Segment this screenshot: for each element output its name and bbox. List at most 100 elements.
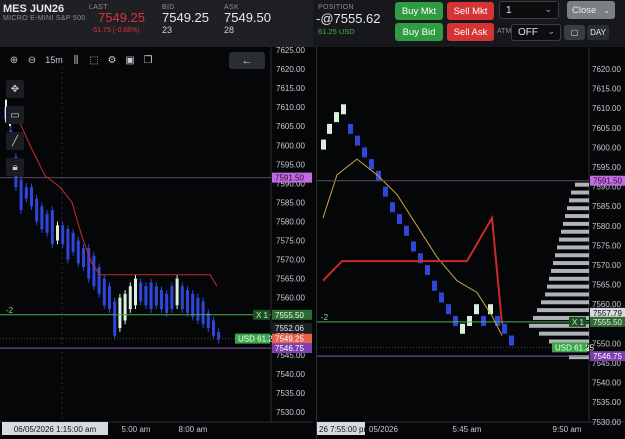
sell-market-button[interactable]: Sell Mkt — [447, 2, 494, 20]
toggle-button[interactable]: ▢ — [564, 25, 585, 40]
marker-price-tag: 7591.50 — [590, 175, 625, 186]
renko-brick — [341, 104, 346, 115]
time-tick-label: 05/2026 — [369, 425, 398, 434]
pnl-tag: USD 61.25 — [235, 333, 278, 344]
price-tick-label: 7550.00 — [592, 339, 621, 348]
bars-icon[interactable]: ⫼ — [68, 52, 84, 68]
sell-ask-button[interactable]: Sell Ask — [447, 23, 494, 41]
price-tick-label: 7530.00 — [592, 418, 621, 427]
buy-market-button[interactable]: Buy Mkt — [395, 2, 443, 20]
candle-body — [134, 278, 137, 306]
right-chart-panel[interactable]: 7620.00 7615.00 7610.00 7605.00 7600.00 7595.… — [316, 47, 625, 439]
candle-body — [170, 286, 174, 310]
time-tick-label: 5:00 am — [122, 425, 151, 434]
price-tick-label: 7540.00 — [276, 370, 305, 379]
price-tick-label: 7615.00 — [276, 84, 305, 93]
volume-profile-bar — [563, 221, 589, 226]
trading-app: { "left_header": { "symbol": "MES JUN26"… — [0, 0, 625, 439]
order-header: POSITION -@7555.62 61.25 USD Buy Mkt Sel… — [313, 0, 625, 47]
volume-profile-bar — [571, 190, 589, 195]
renko-brick — [362, 147, 367, 158]
change-value: -51.75 (-0.68%) — [91, 27, 140, 34]
last-price-tag-text: 7549.25 — [275, 335, 304, 344]
renko-brick — [411, 241, 416, 252]
volume-profile-bar — [557, 245, 589, 250]
marker-price-tag-text: 7591.50 — [275, 174, 304, 183]
right-price-chart[interactable]: 7620.00 7615.00 7610.00 7605.00 7600.00 7595.… — [317, 47, 625, 439]
volume-profile-bar — [549, 276, 589, 281]
price-tick-label: 7615.00 — [592, 85, 621, 94]
volume-profile-bar — [539, 331, 589, 336]
price-tick-label: 7625.00 — [276, 47, 305, 55]
interval-button[interactable]: 15m — [42, 52, 66, 68]
candle-body — [24, 187, 28, 199]
candle-body — [40, 206, 44, 230]
crosshair-icon[interactable]: ✥ — [6, 80, 24, 98]
candle-body — [212, 320, 215, 336]
candle-body — [191, 293, 195, 317]
symbol-title[interactable]: MES JUN26 — [3, 3, 64, 15]
gear-icon[interactable]: ⚙ — [104, 52, 120, 68]
candle-body — [92, 255, 96, 287]
chevron-down-icon: ⌄ — [603, 5, 610, 15]
volume-profile-bar — [555, 253, 589, 258]
close-position-button[interactable]: Close ⌄ — [567, 1, 615, 19]
last-price-tag: 7549.25 — [272, 333, 312, 344]
quantity-value: 1 — [506, 4, 512, 16]
copy-icon[interactable]: ❐ — [140, 52, 156, 68]
purple-price-tag: 7546.75 — [272, 343, 312, 354]
renko-brick — [334, 112, 339, 123]
position-qty-label: -2 — [321, 313, 329, 322]
renko-brick — [432, 280, 437, 291]
renko-brick — [495, 315, 500, 326]
candle-body — [123, 293, 127, 321]
price-tick-label: 7575.00 — [592, 241, 621, 250]
candle-body — [196, 297, 200, 321]
renko-brick — [348, 123, 353, 134]
candle-body — [35, 198, 39, 222]
day-tif-button[interactable]: DAY — [587, 25, 609, 40]
price-tick-label: 7565.00 — [592, 281, 621, 290]
pnl-value: 61.25 USD — [318, 27, 355, 36]
candle-body — [186, 290, 189, 313]
left-chart-panel[interactable]: 7625.00 7620.00 7615.00 7610.00 7605.00 7600.… — [0, 47, 313, 439]
atm-label: ATM — [497, 28, 512, 35]
position-qty-tag-text: X 1 — [572, 318, 585, 327]
volume-profile-bar — [561, 229, 589, 234]
purple-price-tag: 7546.75 — [590, 351, 625, 362]
volume-profile-bar — [547, 284, 589, 289]
position-value: -@7555.62 — [316, 11, 381, 26]
template-icon[interactable]: ▣ — [122, 52, 138, 68]
purple-price-tag-text: 7546.75 — [275, 344, 304, 353]
quantity-select[interactable]: 1 ⌄ — [499, 1, 559, 19]
candle-body — [149, 282, 153, 310]
candle-body — [118, 297, 122, 329]
time-tick-label: 5:45 am — [453, 425, 482, 434]
back-arrow-icon[interactable]: ← — [229, 52, 265, 69]
atm-select[interactable]: OFF ⌄ — [511, 24, 561, 41]
buy-bid-button[interactable]: Buy Bid — [395, 23, 443, 41]
candle-body — [160, 290, 163, 310]
rectangle-tool-icon[interactable]: ▭ — [6, 106, 24, 124]
bid-size: 23 — [162, 25, 173, 35]
marker-price-tag-text: 7591.50 — [593, 177, 622, 186]
volume-profile-bar — [567, 206, 589, 211]
candle-body — [128, 286, 132, 310]
candle-body — [61, 225, 65, 245]
volume-profile-bar — [537, 308, 589, 313]
zoom-out-icon[interactable]: ⊖ — [24, 52, 40, 68]
candle-body — [66, 229, 70, 260]
zoom-in-icon[interactable]: ⊕ — [6, 52, 22, 68]
lock-icon[interactable]: 🔒︎ — [6, 158, 24, 176]
position-label: POSITION — [318, 4, 354, 11]
select-icon[interactable]: ⬚ — [86, 52, 102, 68]
candle-body — [139, 282, 143, 302]
ask-value: 7549.50 — [224, 10, 271, 25]
left-price-chart[interactable]: 7625.00 7620.00 7615.00 7610.00 7605.00 7600.… — [0, 47, 313, 439]
renko-brick — [397, 214, 402, 225]
volume-profile-bar — [553, 261, 589, 266]
candle-body — [56, 225, 59, 241]
volume-profile-bar — [545, 292, 589, 297]
line-tool-icon[interactable]: ╱ — [6, 132, 24, 150]
price-tick-label: 7600.00 — [592, 143, 621, 152]
